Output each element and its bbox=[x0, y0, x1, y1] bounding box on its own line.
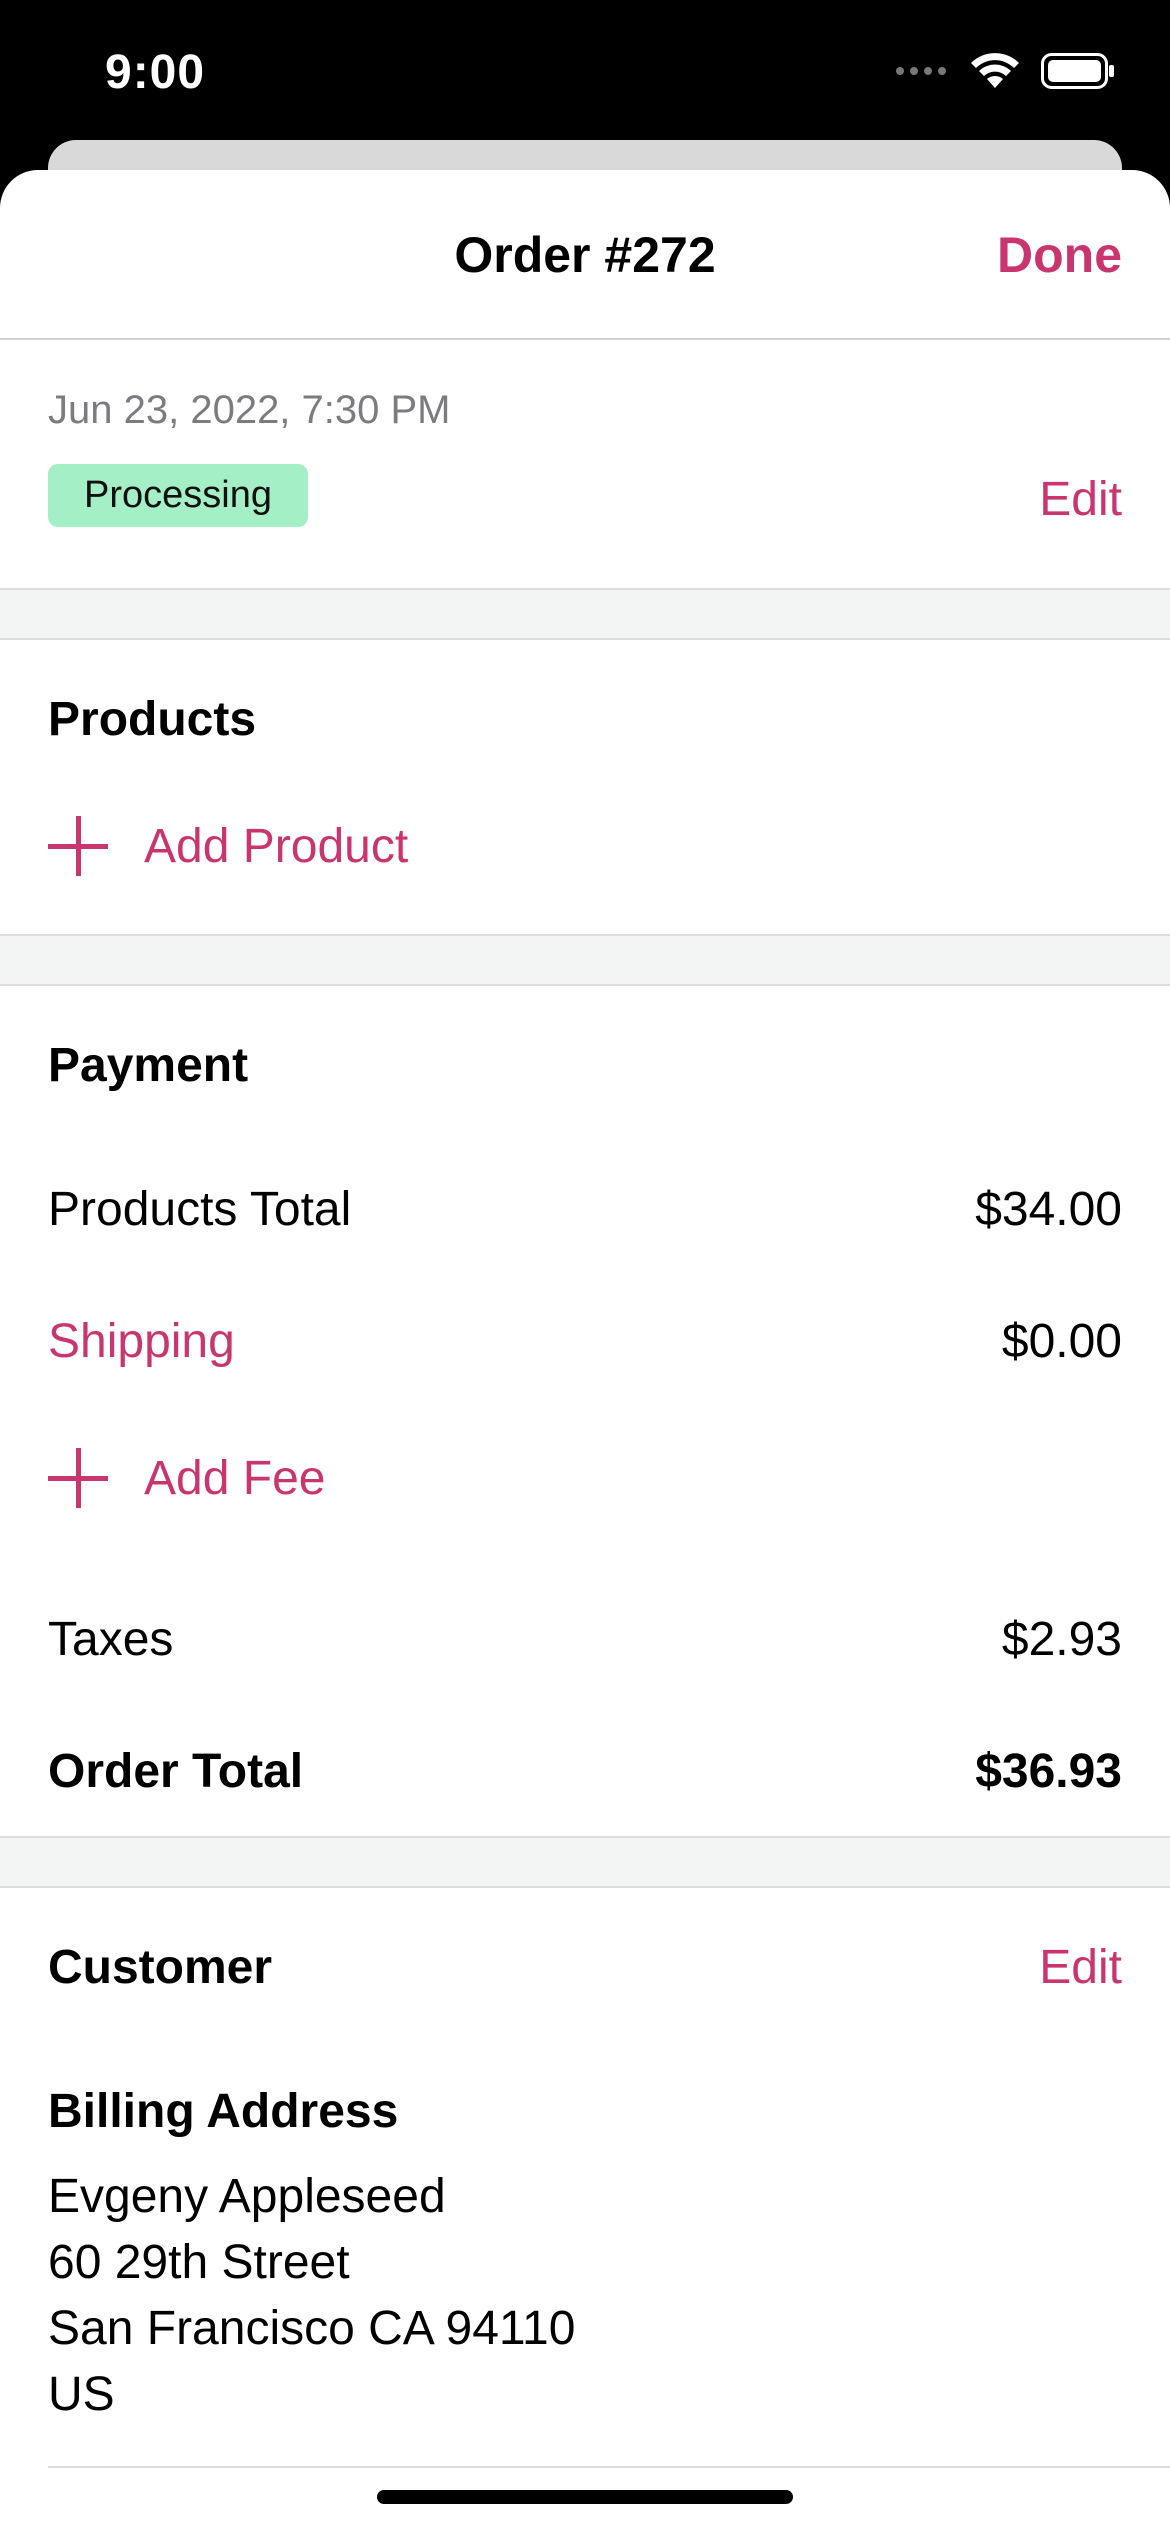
add-fee-button[interactable]: Add Fee bbox=[48, 1448, 325, 1508]
status-time: 9:00 bbox=[105, 46, 206, 99]
section-divider bbox=[0, 1836, 1170, 1888]
customer-title: Customer bbox=[48, 1941, 273, 1994]
taxes-label: Taxes bbox=[48, 1613, 174, 1666]
done-button[interactable]: Done bbox=[997, 226, 1122, 284]
status-icons bbox=[895, 52, 1115, 90]
order-status-section: Jun 23, 2022, 7:30 PM Processing Edit bbox=[0, 340, 1170, 588]
order-sheet: Order #272 Done Jun 23, 2022, 7:30 PM Pr… bbox=[0, 170, 1170, 2532]
section-divider bbox=[0, 588, 1170, 640]
shipping-button[interactable]: Shipping bbox=[48, 1314, 235, 1369]
billing-address: Evgeny Appleseed 60 29th Street San Fran… bbox=[48, 2164, 575, 2428]
billing-address-title: Billing Address bbox=[48, 2085, 399, 2138]
order-total-value: $36.93 bbox=[975, 1745, 1122, 1798]
billing-line: Evgeny Appleseed bbox=[48, 2170, 446, 2223]
billing-line: 60 29th Street bbox=[48, 2236, 350, 2289]
status-badge-wrapper: Processing bbox=[48, 464, 308, 527]
products-title: Products bbox=[48, 693, 257, 746]
shipping-value: $0.00 bbox=[1001, 1315, 1122, 1368]
payment-section: Payment Products Total $34.00 Shipping $… bbox=[0, 986, 1170, 1836]
products-total-label: Products Total bbox=[48, 1183, 352, 1236]
plus-icon bbox=[48, 1448, 108, 1508]
home-indicator[interactable] bbox=[377, 2490, 793, 2504]
cellular-signal-icon bbox=[896, 67, 946, 75]
edit-customer-button[interactable]: Edit bbox=[1039, 1940, 1122, 1995]
billing-line: San Francisco CA 94110 bbox=[48, 2302, 576, 2355]
plus-icon bbox=[48, 816, 108, 876]
products-total-value: $34.00 bbox=[975, 1183, 1122, 1236]
add-fee-label: Add Fee bbox=[144, 1451, 326, 1505]
add-product-label: Add Product bbox=[144, 819, 409, 873]
order-total-label: Order Total bbox=[48, 1745, 304, 1798]
section-divider bbox=[0, 934, 1170, 986]
page-title: Order #272 bbox=[454, 227, 716, 283]
billing-line: US bbox=[48, 2368, 115, 2421]
customer-section: Customer Edit Billing Address Evgeny App… bbox=[0, 1888, 1170, 2508]
products-section: Products Add Product bbox=[0, 640, 1170, 934]
payment-title: Payment bbox=[48, 1039, 249, 1092]
add-product-button[interactable]: Add Product bbox=[48, 816, 408, 876]
battery-icon bbox=[1041, 53, 1114, 89]
edit-status-button[interactable]: Edit bbox=[1039, 472, 1122, 527]
wifi-icon bbox=[971, 53, 1019, 88]
status-bar: 9:00 bbox=[0, 0, 1170, 150]
navigation-bar: Order #272 Done bbox=[0, 170, 1170, 340]
order-date: Jun 23, 2022, 7:30 PM bbox=[48, 388, 451, 432]
divider bbox=[48, 2466, 1170, 2468]
status-badge: Processing bbox=[48, 464, 308, 527]
taxes-value: $2.93 bbox=[1001, 1613, 1122, 1666]
